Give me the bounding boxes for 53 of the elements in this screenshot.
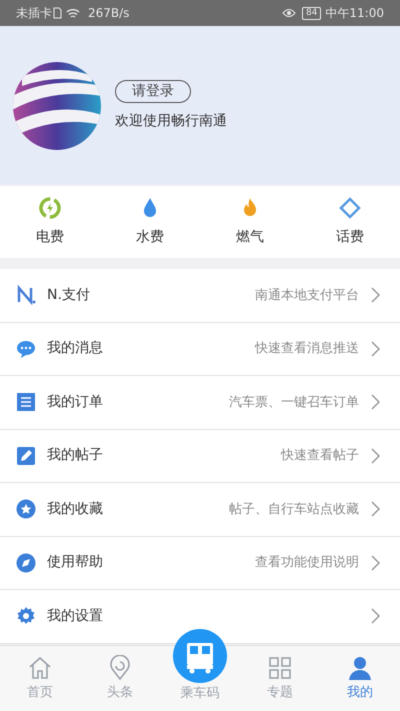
sim-icon (53, 7, 62, 19)
clock: 中午11:00 (325, 5, 384, 22)
person-icon (347, 654, 373, 681)
power-icon (38, 196, 62, 220)
chat-bubble-icon (16, 338, 36, 359)
nav-tab[interactable]: 我的 (320, 646, 400, 711)
wifi-icon (66, 8, 80, 18)
chevron-right-icon (371, 554, 380, 571)
n-logo-icon (16, 285, 36, 306)
diamond-icon (338, 196, 362, 220)
chevron-right-icon (371, 448, 380, 464)
star-badge-icon (16, 499, 36, 520)
chevron-right-icon (371, 608, 380, 624)
menu-row[interactable]: 我的帖子 快速查看帖子 (0, 430, 400, 483)
chevron-right-icon (371, 394, 380, 410)
menu-hint: 汽车票、一键召车订单 (229, 394, 359, 412)
menu-row[interactable]: 我的订单 汽车票、一键召车订单 (0, 376, 400, 430)
menu-hint: 查看功能使用说明 (255, 554, 359, 572)
menu-hint: 快速查看消息推送 (255, 340, 359, 358)
location-pin-icon (107, 654, 133, 681)
menu-label: 使用帮助 (47, 553, 103, 572)
menu-label: 我的帖子 (47, 446, 103, 466)
eye-icon (282, 8, 296, 18)
utility-button[interactable]: 电费 (0, 196, 100, 248)
menu-row[interactable]: 我的收藏 帖子、自行车站点收藏 (0, 483, 400, 536)
pencil-icon (16, 446, 36, 466)
menu-row[interactable]: 我的消息 快速查看消息推送 (0, 322, 400, 376)
menu-label: N.支付 (47, 286, 90, 305)
network-speed: 267B/s (88, 5, 130, 22)
menu-label: 我的消息 (47, 339, 103, 358)
menu-hint: 南通本地支付平台 (255, 286, 359, 304)
carrier-text: 未插卡 (16, 5, 52, 22)
login-button[interactable]: 请登录 (115, 80, 191, 102)
menu-row[interactable]: 使用帮助 查看功能使用说明 (0, 536, 400, 590)
menu-row[interactable]: N.支付 南通本地支付平台 (0, 269, 400, 322)
battery-level: 84 (302, 6, 322, 20)
welcome-text: 欢迎使用畅行南通 (115, 112, 227, 130)
utility-button[interactable]: 水费 (100, 196, 200, 248)
menu-label: 我的收藏 (47, 500, 103, 519)
menu-label: 我的订单 (47, 392, 103, 412)
compass-icon (16, 552, 36, 573)
home-icon (27, 654, 53, 681)
menu-label: 我的设置 (47, 606, 103, 626)
utility-button[interactable]: 话费 (300, 196, 400, 248)
menu-hint: 快速查看帖子 (281, 447, 359, 465)
utility-button[interactable]: 燃气 (200, 196, 300, 248)
chevron-right-icon (371, 501, 380, 518)
chevron-right-icon (371, 340, 380, 357)
grid-icon (267, 654, 293, 681)
list-icon (16, 392, 36, 412)
menu-hint: 帖子、自行车站点收藏 (229, 500, 359, 518)
chevron-right-icon (371, 287, 380, 304)
settings-icon (16, 606, 36, 626)
